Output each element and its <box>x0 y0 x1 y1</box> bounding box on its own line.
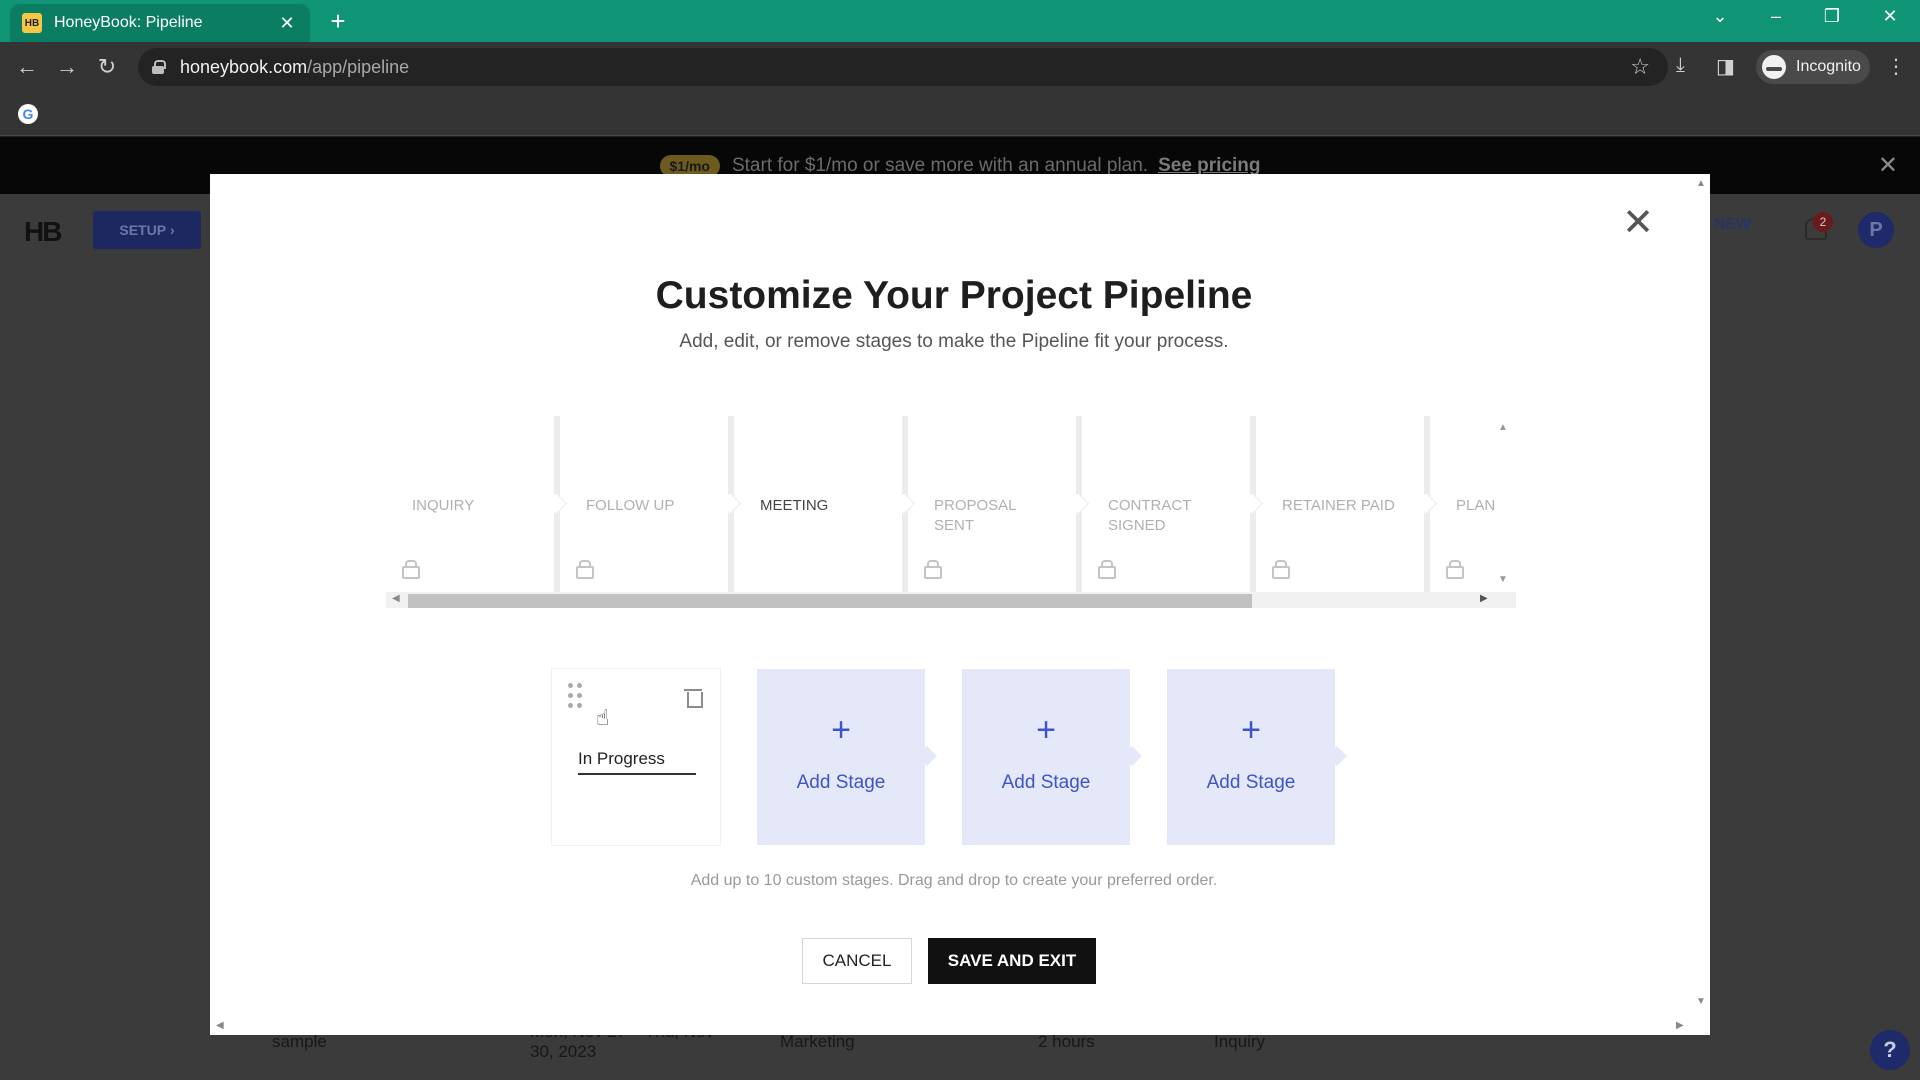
download-icon[interactable]: ⤓ <box>1676 54 1685 77</box>
help-button[interactable]: ? <box>1870 1030 1910 1070</box>
save-and-exit-button[interactable]: SAVE AND EXIT <box>928 938 1096 984</box>
pipeline-stage-label: FOLLOW UP <box>586 497 675 514</box>
add-stage-button[interactable]: + Add Stage <box>962 669 1130 845</box>
tab-title: HoneyBook: Pipeline <box>54 14 203 31</box>
add-stage-button[interactable]: + Add Stage <box>757 669 925 845</box>
modal-scroll-up-icon[interactable]: ▲ <box>1696 178 1706 189</box>
lock-icon <box>576 560 594 579</box>
stages-vertical-scrollbar[interactable]: ▲ ▼ <box>1494 416 1512 592</box>
setup-label: SETUP <box>119 222 167 238</box>
add-stage-button[interactable]: + Add Stage <box>1167 669 1335 845</box>
modal-horizontal-scrollbar[interactable]: ◀ ▶ <box>210 1017 1692 1035</box>
customize-pipeline-modal: ✕ Customize Your Project Pipeline Add, e… <box>210 174 1710 1035</box>
pipeline-stage-label: INQUIRY <box>412 497 475 514</box>
honeybook-favicon-icon: HB <box>22 13 42 33</box>
side-panel-icon[interactable]: ◨ <box>1716 54 1735 79</box>
avatar[interactable]: P <box>1858 212 1894 248</box>
browser-tab-bar: HB HoneyBook: Pipeline ✕ + ⌄ – ❐ ✕ <box>0 0 1920 42</box>
incognito-indicator[interactable]: Incognito <box>1756 50 1870 84</box>
lock-icon <box>1446 560 1464 579</box>
new-tab-button[interactable]: + <box>324 8 352 34</box>
bookmarks-bar: G <box>0 92 1920 136</box>
plus-icon: + <box>1036 711 1056 749</box>
lock-icon <box>924 560 942 579</box>
modal-subtitle: Add, edit, or remove stages to make the … <box>679 331 1229 352</box>
scroll-right-icon[interactable]: ▶ <box>1480 593 1488 604</box>
browser-tab[interactable]: HB HoneyBook: Pipeline ✕ <box>10 4 310 42</box>
scrollbar-thumb[interactable] <box>408 594 1252 608</box>
modal-scroll-right-icon[interactable]: ▶ <box>1676 1020 1684 1031</box>
pipeline-stage-card[interactable]: FOLLOW UP <box>560 416 728 592</box>
lock-icon <box>1098 560 1116 579</box>
close-banner-icon[interactable]: ✕ <box>1878 151 1898 180</box>
pipeline-stage-card[interactable]: MEETING <box>734 416 902 592</box>
url-field[interactable]: honeybook.com/app/pipeline ☆ <box>138 48 1668 86</box>
lock-icon <box>1272 560 1290 579</box>
pipeline-stage-label: MEETING <box>760 497 829 514</box>
google-icon[interactable]: G <box>18 104 38 124</box>
add-stage-label: Add Stage <box>1001 772 1091 793</box>
modal-scroll-left-icon[interactable]: ◀ <box>216 1020 224 1031</box>
notification-badge: 2 <box>1813 212 1833 232</box>
browser-menu-icon[interactable]: ⋮ <box>1886 54 1906 79</box>
trash-icon[interactable] <box>684 687 703 708</box>
custom-stages-hint: Add up to 10 custom stages. Drag and dro… <box>690 872 1218 889</box>
plus-icon: + <box>831 711 851 749</box>
custom-stage-name-input[interactable] <box>578 745 696 775</box>
scroll-down-icon[interactable]: ▼ <box>1498 574 1508 585</box>
pipeline-stage-label: CONTRACT SIGNED <box>1108 497 1192 534</box>
lock-icon[interactable] <box>152 60 166 74</box>
tab-search-icon[interactable]: ⌄ <box>1700 6 1740 27</box>
forward-icon[interactable]: → <box>52 54 82 80</box>
minimize-icon[interactable]: – <box>1756 6 1796 27</box>
plus-icon: + <box>1241 711 1261 749</box>
add-stage-label: Add Stage <box>796 772 886 793</box>
close-tab-icon[interactable]: ✕ <box>276 13 298 34</box>
modal-scroll-down-icon[interactable]: ▼ <box>1696 996 1706 1007</box>
reload-icon[interactable]: ↻ <box>92 54 122 80</box>
bg-row-duration: 2 hours <box>1038 1032 1095 1051</box>
bg-row-category: Marketing <box>780 1032 855 1051</box>
close-window-icon[interactable]: ✕ <box>1870 6 1910 27</box>
back-icon[interactable]: ← <box>12 54 42 80</box>
add-stage-label: Add Stage <box>1206 772 1296 793</box>
restore-icon[interactable]: ❐ <box>1812 6 1852 27</box>
modal-title: Customize Your Project Pipeline <box>655 274 1253 317</box>
lock-icon <box>402 560 420 579</box>
default-stages-list: INQUIRY FOLLOW UP MEETING PROPOSAL SENT CONT… <box>386 416 1516 592</box>
cancel-button[interactable]: CANCEL <box>802 938 912 984</box>
bg-row-stage: Inquiry <box>1214 1032 1266 1051</box>
stages-horizontal-scrollbar[interactable]: ◀ ▶ <box>386 592 1516 608</box>
pipeline-stage-card[interactable]: PROPOSAL SENT <box>908 416 1076 592</box>
default-stages-strip[interactable]: INQUIRY FOLLOW UP MEETING PROPOSAL SENT CONT… <box>386 416 1516 608</box>
pipeline-stage-card[interactable]: CONTRACT SIGNED <box>1082 416 1250 592</box>
modal-close-icon[interactable]: ✕ <box>1622 204 1654 242</box>
modal-vertical-scrollbar[interactable]: ▲ ▼ <box>1692 174 1710 1035</box>
scroll-left-icon[interactable]: ◀ <box>392 593 400 604</box>
incognito-label: Incognito <box>1796 58 1861 75</box>
custom-stages-row: ☝ + Add Stage + Add Stage + Add Stage <box>552 669 1372 845</box>
url-host: honeybook.com <box>180 56 308 77</box>
scroll-up-icon[interactable]: ▲ <box>1498 422 1508 433</box>
honeybook-logo[interactable]: HB <box>24 216 62 248</box>
address-bar-row: ← → ↻ honeybook.com/app/pipeline ☆ ⤓ ◨ I… <box>0 42 1920 92</box>
custom-stage-card[interactable]: ☝ <box>552 669 720 845</box>
drag-handle-icon[interactable] <box>568 683 584 709</box>
hand-cursor-icon: ☝ <box>596 705 610 730</box>
bookmark-star-icon[interactable]: ☆ <box>1630 54 1650 80</box>
pipeline-stage-card[interactable]: RETAINER PAID <box>1256 416 1424 592</box>
incognito-icon <box>1762 55 1786 79</box>
setup-button[interactable]: SETUP › <box>93 211 201 249</box>
pipeline-stage-card[interactable]: INQUIRY <box>386 416 554 592</box>
bg-row-name: sample <box>272 1032 327 1051</box>
url-path: /app/pipeline <box>307 56 410 77</box>
pipeline-stage-label: RETAINER PAID <box>1282 497 1395 514</box>
pipeline-stage-label: PROPOSAL SENT <box>934 497 1016 534</box>
